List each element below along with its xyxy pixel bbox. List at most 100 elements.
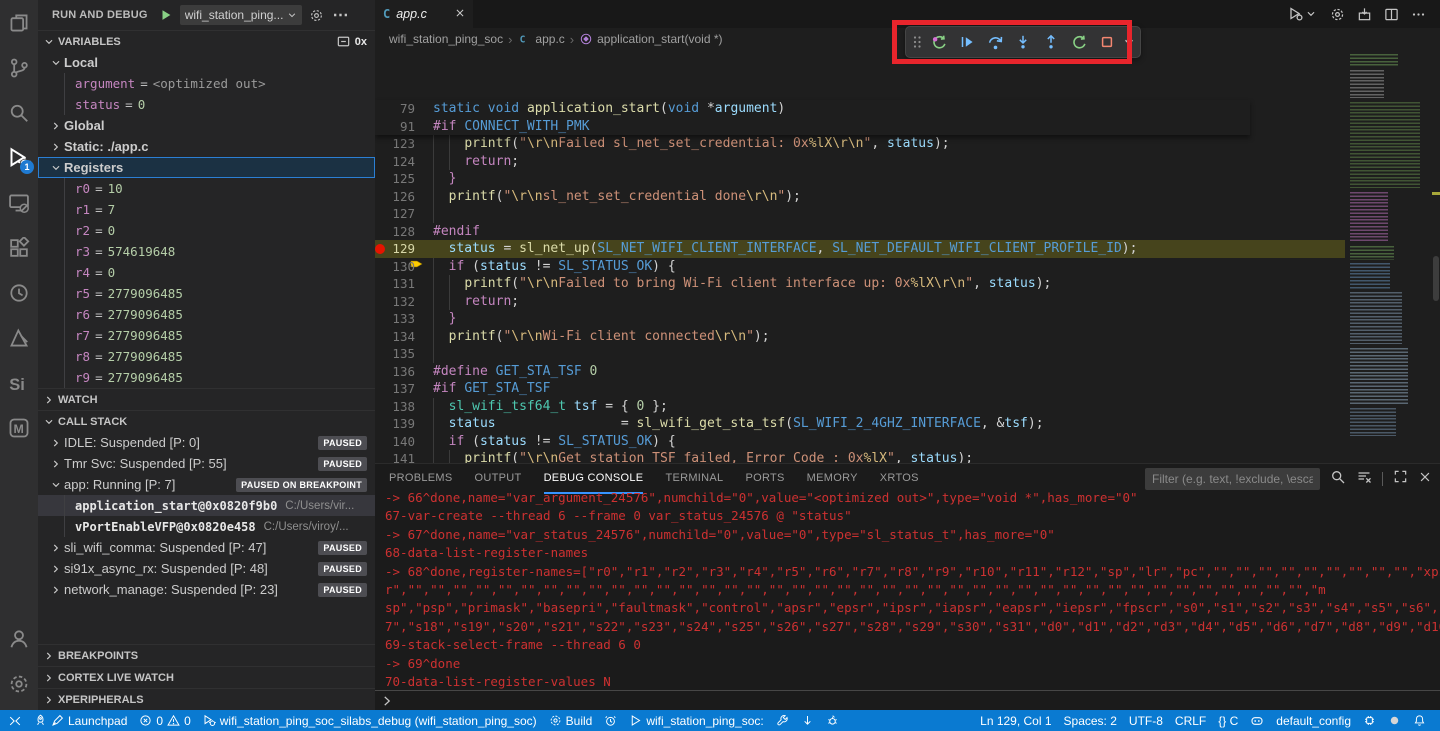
debug-step-over-button[interactable] [982, 29, 1008, 55]
status-build-task[interactable]: Build [543, 710, 599, 731]
callstack-thread[interactable]: Tmr Svc: Suspended [P: 55]PAUSED [38, 453, 375, 474]
status-device[interactable] [1357, 710, 1382, 731]
activity-profiler-tool[interactable] [0, 270, 38, 315]
console-filter-input[interactable] [1145, 468, 1320, 490]
breakpoint-gutter[interactable] [375, 380, 389, 398]
code-line-138[interactable]: 138 sl_wifi_tsf64_t tsf = { 0 }; [375, 398, 1345, 416]
code-line-139[interactable]: 139 status = sl_wifi_get_sta_tsf(SL_WIFI… [375, 415, 1345, 433]
variable-row[interactable]: r5=2779096485 [38, 283, 375, 304]
clear-console-icon[interactable] [1356, 469, 1372, 490]
breakpoint-gutter[interactable] [375, 100, 389, 118]
breakpoint-gutter[interactable] [375, 223, 389, 241]
debug-console-input[interactable] [375, 690, 1440, 710]
code-line-125[interactable]: 125 } [375, 170, 1345, 188]
debug-more-debug-actions-button[interactable] [1122, 29, 1136, 55]
breakpoint-gutter[interactable] [375, 275, 389, 293]
code-line-132[interactable]: 132 return; [375, 293, 1345, 311]
code-line-137[interactable]: 137#if GET_STA_TSF [375, 380, 1345, 398]
breakpoint-gutter[interactable] [375, 153, 389, 171]
code-editor[interactable]: 123 printf("\r\nFailed sl_net_set_creden… [375, 50, 1345, 463]
status-run-target[interactable]: wifi_station_ping_soc: [623, 710, 769, 731]
breakpoint-gutter[interactable] [375, 433, 389, 451]
code-line-123[interactable]: 123 printf("\r\nFailed sl_net_set_creden… [375, 135, 1345, 153]
debug-restart-button[interactable] [1066, 29, 1092, 55]
breakpoint-gutter[interactable] [375, 240, 389, 258]
breakpoint-gutter[interactable] [375, 328, 389, 346]
breadcrumb-item[interactable]: wifi_station_ping_soc [389, 32, 503, 46]
code-line-126[interactable]: 126 printf("\r\nsl_net_set_credential do… [375, 188, 1345, 206]
code-line-128[interactable]: 128#endif [375, 223, 1345, 241]
debug-start-button[interactable] [156, 5, 176, 25]
variable-row[interactable]: r9=2779096485 [38, 367, 375, 388]
section-header-watch[interactable]: WATCH [38, 388, 375, 410]
breakpoint-gutter[interactable] [375, 170, 389, 188]
variable-row[interactable]: r4=0 [38, 262, 375, 283]
action-split-editor[interactable] [1384, 7, 1399, 22]
activity-source-control[interactable] [0, 45, 38, 90]
tree-group-registers[interactable]: Registers [38, 157, 375, 178]
debug-step-into-button[interactable] [1010, 29, 1036, 55]
status-debug-session[interactable]: wifi_station_ping_soc_silabs_debug (wifi… [197, 710, 543, 731]
activity-annotate-tool[interactable] [0, 315, 38, 360]
tab-app-c[interactable]: C app.c [375, 0, 473, 28]
section-header-call-stack[interactable]: CALL STACK [38, 410, 375, 432]
status-encoding[interactable]: UTF-8 [1123, 710, 1169, 731]
action-flash-download[interactable] [1357, 7, 1372, 22]
code-line-140[interactable]: 140 if (status != SL_STATUS_OK) { [375, 433, 1345, 451]
breakpoint-gutter[interactable] [375, 188, 389, 206]
breakpoint-gutter[interactable] [375, 135, 389, 153]
status-eol[interactable]: CRLF [1169, 710, 1212, 731]
variable-row[interactable]: r8=2779096485 [38, 346, 375, 367]
search-icon[interactable] [1330, 469, 1346, 490]
status-remote-indicator[interactable] [2, 710, 28, 731]
activity-run-and-debug[interactable]: 1 [0, 135, 38, 180]
breakpoint-gutter[interactable] [375, 205, 389, 223]
code-line-127[interactable]: 127 [375, 205, 1345, 223]
code-line-124[interactable]: 124 return; [375, 153, 1345, 171]
breakpoint-gutter[interactable] [375, 118, 389, 136]
variable-row[interactable]: argument=<optimized out> [38, 73, 375, 94]
activity-search[interactable] [0, 90, 38, 135]
callstack-thread[interactable]: network_manage: Suspended [P: 23]PAUSED [38, 579, 375, 600]
activity-remote-explorer[interactable] [0, 180, 38, 225]
code-line-91[interactable]: 91#if CONNECT_WITH_PMK [375, 118, 1250, 136]
debug-reset-device-button[interactable] [926, 29, 952, 55]
breadcrumb-item[interactable]: application_start(void *) [579, 32, 722, 46]
activity-manage[interactable] [0, 661, 38, 706]
status-alarm[interactable] [598, 710, 623, 731]
close-icon[interactable] [455, 5, 465, 23]
status-config[interactable]: default_config [1270, 710, 1357, 731]
status-problems[interactable]: 00 [133, 710, 196, 731]
variable-row[interactable]: r1=7 [38, 199, 375, 220]
status-tools[interactable] [770, 710, 795, 731]
launch-config-select[interactable]: wifi_station_ping... [180, 5, 303, 25]
activity-extensions[interactable] [0, 225, 38, 270]
code-line-135[interactable]: 135 [375, 345, 1345, 363]
minimap[interactable] [1345, 30, 1432, 463]
variable-row[interactable]: r0=10 [38, 178, 375, 199]
callstack-thread[interactable]: si91x_async_rx: Suspended [P: 48]PAUSED [38, 558, 375, 579]
breakpoint-gutter[interactable] [375, 398, 389, 416]
breakpoint-gutter[interactable] [375, 345, 389, 363]
breakpoint-gutter[interactable] [375, 310, 389, 328]
section-header-breakpoints[interactable]: BREAKPOINTS [38, 644, 375, 666]
debug-step-out-button[interactable] [1038, 29, 1064, 55]
section-header-variables[interactable]: VARIABLES0x [38, 30, 375, 52]
code-line-79[interactable]: 79static void application_start(void *ar… [375, 100, 1250, 118]
code-line-131[interactable]: 131 printf("\r\nFailed to bring Wi-Fi cl… [375, 275, 1345, 293]
status-notifications[interactable] [1407, 710, 1432, 731]
activity-silicon-labs[interactable]: Si [0, 360, 38, 405]
status-launchpad[interactable]: Launchpad [28, 710, 133, 731]
callstack-thread[interactable]: app: Running [P: 7]PAUSED ON BREAKPOINT [38, 474, 375, 495]
variable-row[interactable]: r2=0 [38, 220, 375, 241]
debug-continue-button[interactable] [954, 29, 980, 55]
tree-group-static-app-c[interactable]: Static: ./app.c [38, 136, 375, 157]
activity-m-tool[interactable]: M [0, 405, 38, 450]
code-line-133[interactable]: 133 } [375, 310, 1345, 328]
variable-row[interactable]: r3=574619648 [38, 241, 375, 262]
activity-explorer[interactable] [0, 0, 38, 45]
status-record-indicator[interactable] [1382, 710, 1407, 731]
more-actions-icon[interactable]: ⋯ [330, 5, 350, 25]
code-line-134[interactable]: 134 printf("\r\nWi-Fi client connected\r… [375, 328, 1345, 346]
breakpoint-gutter[interactable] [375, 363, 389, 381]
